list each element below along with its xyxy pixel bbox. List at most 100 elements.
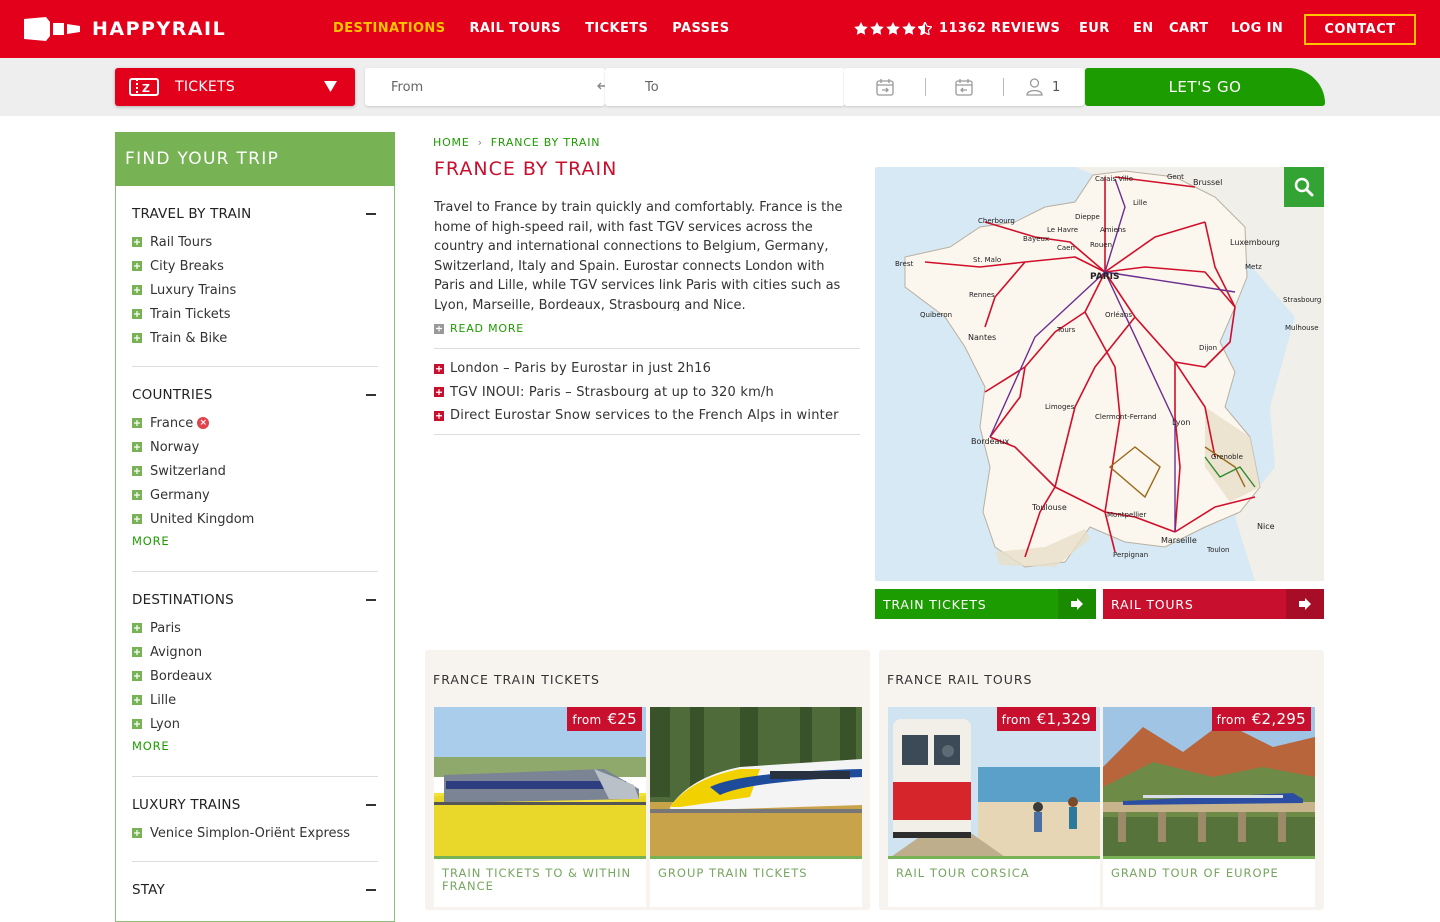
filter-label: Train & Bike	[150, 330, 228, 346]
breadcrumb-home[interactable]: HOME	[433, 136, 470, 149]
rating-stars	[854, 22, 932, 35]
sidebar-title: FIND YOUR TRIP	[115, 132, 395, 186]
section-header[interactable]: STAY	[132, 882, 378, 898]
filter-label: Lyon	[150, 716, 180, 732]
button-label: RAIL TOURS	[1111, 596, 1194, 612]
svg-text:Orléans: Orléans	[1105, 311, 1132, 319]
card-group-tickets[interactable]: GROUP TRAIN TICKETS	[650, 707, 862, 907]
card-train-tickets-france[interactable]: from €25 TRAIN TICKETS TO & WITHIN FRANCE	[434, 707, 646, 907]
logo[interactable]: HAPPYRAIL	[24, 17, 226, 41]
filter-item[interactable]: Switzerland	[132, 459, 378, 483]
filter-item[interactable]: City Breaks	[132, 254, 378, 278]
collapse-icon[interactable]	[366, 889, 376, 891]
chevron-down-icon	[324, 81, 337, 92]
star-icon	[902, 22, 916, 35]
highlight-item: TGV INOUI: Paris – Strasbourg at up to 3…	[434, 381, 860, 405]
card-image: from €25	[434, 707, 646, 859]
breadcrumb-current[interactable]: FRANCE BY TRAIN	[491, 136, 600, 149]
svg-text:Z: Z	[142, 82, 150, 95]
filter-item[interactable]: Train Tickets	[132, 302, 378, 326]
filter-item[interactable]: Lille	[132, 688, 378, 712]
plus-icon	[434, 387, 444, 398]
collapse-icon[interactable]	[366, 394, 376, 396]
nav-rail-tours[interactable]: RAIL TOURS	[469, 21, 561, 36]
rail-tours-button[interactable]: RAIL TOURS	[1103, 589, 1324, 619]
section-title: LUXURY TRAINS	[132, 797, 241, 813]
contact-button[interactable]: CONTACT	[1304, 14, 1416, 45]
filter-item[interactable]: Venice Simplon-Oriënt Express	[132, 821, 378, 845]
filter-item[interactable]: Avignon	[132, 640, 378, 664]
section-title: TRAVEL BY TRAIN	[132, 206, 252, 222]
section-header[interactable]: DESTINATIONS	[132, 592, 378, 608]
train-tickets-button[interactable]: TRAIN TICKETS	[875, 589, 1096, 619]
return-date-icon[interactable]	[955, 78, 973, 100]
rail-map[interactable]: Calais Ville Gent Brussel Lille Dieppe Le H…	[875, 167, 1324, 581]
cart-link[interactable]: CART	[1169, 21, 1209, 36]
panel-title: FRANCE RAIL TOURS	[887, 672, 1033, 687]
nav-tickets[interactable]: TICKETS	[585, 21, 648, 36]
filter-item[interactable]: Train & Bike	[132, 326, 378, 350]
svg-text:Limoges: Limoges	[1045, 403, 1075, 411]
collapse-icon[interactable]	[366, 599, 376, 601]
login-link[interactable]: LOG IN	[1231, 21, 1283, 36]
filter-item[interactable]: Lyon	[132, 712, 378, 736]
map-zoom-button[interactable]	[1284, 167, 1324, 207]
filter-item[interactable]: Luxury Trains	[132, 278, 378, 302]
card-rail-tour-corsica[interactable]: from €1,329 RAIL TOUR CORSICA	[888, 707, 1100, 907]
nav-destinations[interactable]: DESTINATIONS	[333, 21, 445, 36]
section-header[interactable]: COUNTRIES	[132, 387, 378, 403]
read-more-link[interactable]: READ MORE	[434, 322, 524, 335]
outbound-date-icon[interactable]	[876, 78, 894, 100]
nav-passes[interactable]: PASSES	[672, 21, 729, 36]
passenger-count: 1	[1052, 79, 1061, 95]
currency-selector[interactable]: EUR	[1079, 21, 1110, 36]
filter-item[interactable]: Norway	[132, 435, 378, 459]
language-selector[interactable]: EN	[1133, 21, 1154, 36]
filter-item[interactable]: Paris	[132, 616, 378, 640]
read-more-label: READ MORE	[450, 322, 525, 335]
svg-text:Brussel: Brussel	[1193, 178, 1222, 187]
search-mode-select[interactable]: Z TICKETS	[115, 68, 355, 106]
search-submit-button[interactable]: LET'S GO	[1085, 68, 1325, 106]
checkbox-icon	[132, 285, 142, 295]
remove-filter-icon[interactable]: ×	[197, 417, 210, 429]
card-image: from €2,295	[1103, 707, 1315, 859]
section-header[interactable]: LUXURY TRAINS	[132, 797, 378, 813]
logo-text: HAPPYRAIL	[92, 18, 227, 40]
filter-item-selected[interactable]: France ×	[132, 411, 378, 435]
card-caption: TRAIN TICKETS TO & WITHIN FRANCE	[442, 866, 632, 893]
svg-text:Strasbourg: Strasbourg	[1283, 296, 1321, 304]
more-destinations-link[interactable]: MORE	[132, 739, 378, 753]
price-prefix: from	[1001, 713, 1031, 727]
svg-text:Lyon: Lyon	[1172, 418, 1190, 427]
filter-item[interactable]: Germany	[132, 483, 378, 507]
checkbox-icon	[132, 647, 142, 657]
reviews-link[interactable]: 11362 REVIEWS	[854, 21, 1060, 36]
filter-item[interactable]: Rail Tours	[132, 230, 378, 254]
search-icon	[1294, 177, 1314, 197]
more-countries-link[interactable]: MORE	[132, 534, 378, 548]
filter-item[interactable]: United Kingdom	[132, 507, 378, 531]
collapse-icon[interactable]	[366, 213, 376, 215]
filter-section-destinations: DESTINATIONS Paris Avignon Bordeaux Lill…	[132, 572, 378, 777]
to-input[interactable]	[645, 79, 825, 95]
filter-item[interactable]: Bordeaux	[132, 664, 378, 688]
svg-text:Bayeux: Bayeux	[1023, 235, 1049, 243]
from-field	[365, 68, 605, 106]
from-input[interactable]	[391, 79, 571, 95]
card-grand-tour-europe[interactable]: from €2,295 GRAND TOUR OF EUROPE	[1103, 707, 1315, 907]
train-flag-icon	[24, 17, 80, 41]
svg-text:Le Havre: Le Havre	[1047, 226, 1078, 234]
passenger-selector[interactable]: 1	[1026, 78, 1060, 96]
checkbox-icon	[132, 333, 142, 343]
card-caption: GRAND TOUR OF EUROPE	[1111, 866, 1279, 880]
section-title: STAY	[132, 882, 166, 898]
checkbox-icon	[132, 466, 142, 476]
collapse-icon[interactable]	[366, 804, 376, 806]
plus-icon	[434, 363, 444, 374]
card-image	[650, 707, 862, 859]
svg-text:Grenoble: Grenoble	[1211, 453, 1243, 461]
section-header[interactable]: TRAVEL BY TRAIN	[132, 206, 378, 222]
ticket-icon: Z	[129, 78, 159, 96]
card-caption: GROUP TRAIN TICKETS	[658, 866, 808, 880]
